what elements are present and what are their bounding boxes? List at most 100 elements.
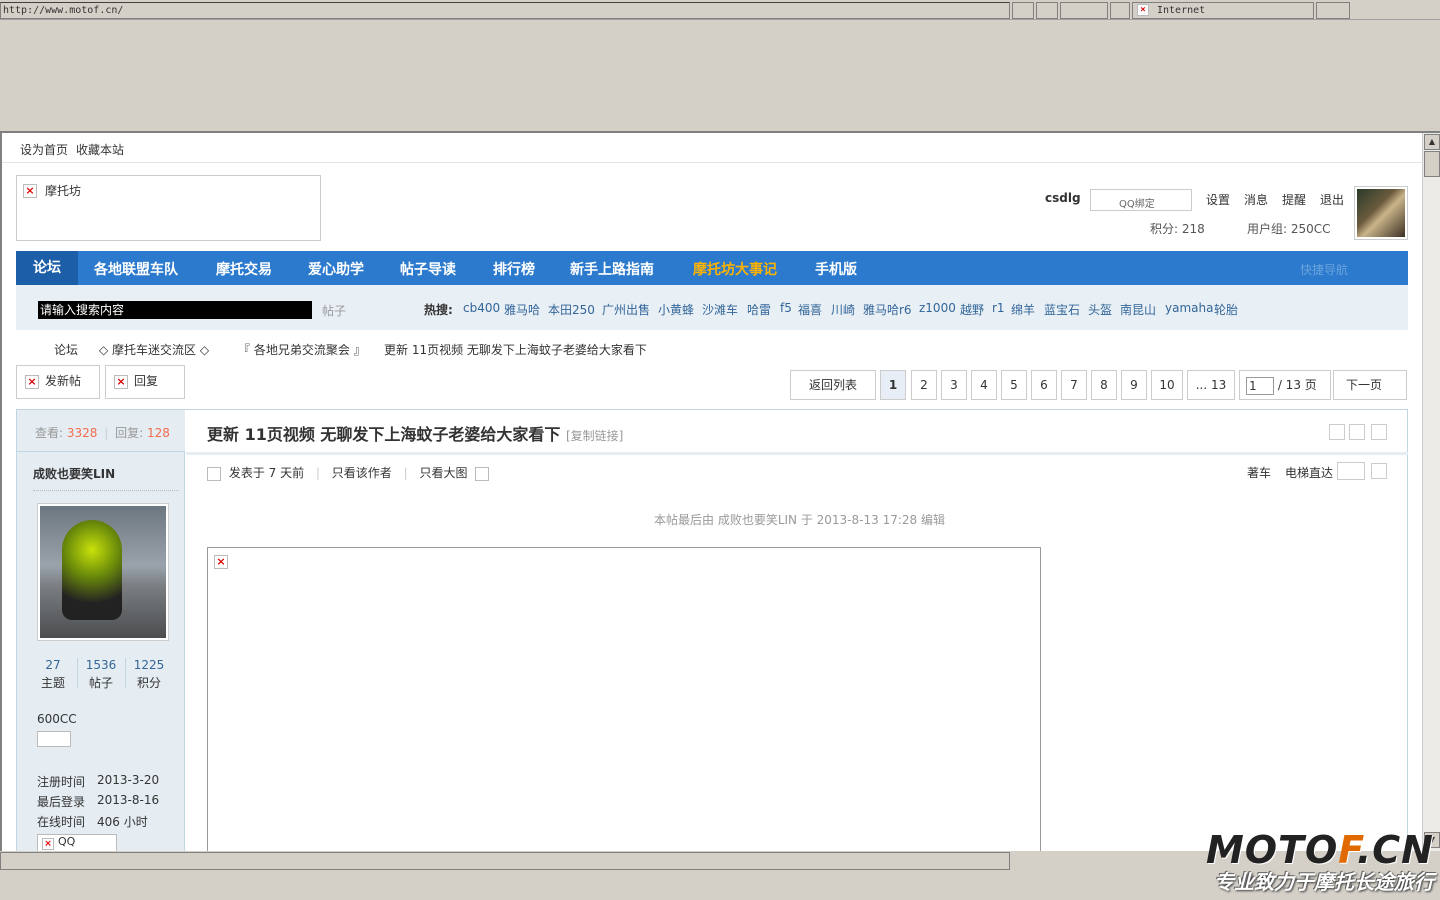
top-links: 设为首页 收藏本站: [2, 133, 1422, 163]
username[interactable]: csdlg: [1045, 191, 1081, 205]
nav-newbie[interactable]: 新手上路指南: [570, 259, 654, 279]
notices-link[interactable]: 提醒: [1282, 191, 1306, 208]
nav-guide[interactable]: 帖子导读: [400, 259, 456, 279]
hot-term[interactable]: 沙滩车: [702, 301, 738, 318]
prev-thread-icon[interactable]: [1329, 424, 1345, 440]
logout-link[interactable]: 退出: [1320, 191, 1344, 208]
messages-link[interactable]: 消息: [1244, 191, 1268, 208]
page-input[interactable]: 1: [1246, 376, 1274, 395]
hot-term[interactable]: 本田250: [548, 301, 595, 318]
qq-bind-button[interactable]: QQ绑定: [1090, 189, 1192, 211]
edit-note: 本帖最后由 成败也要笑LIN 于 2013-8-13 17:28 编辑: [654, 513, 945, 527]
next-thread-icon[interactable]: [1371, 424, 1387, 440]
breadcrumb-section[interactable]: ◇ 摩托车迷交流区 ◇: [99, 341, 209, 358]
user-points: 积分: 218: [1150, 222, 1205, 236]
qq-button[interactable]: × QQ: [37, 834, 117, 851]
hot-term[interactable]: 头盔: [1088, 301, 1112, 318]
hot-term[interactable]: 南昆山: [1120, 301, 1156, 318]
status-segment: [1110, 2, 1130, 19]
security-zone: × Internet: [1132, 2, 1314, 19]
settings-link[interactable]: 设置: [1206, 191, 1230, 208]
url-field[interactable]: http://www.motof.cn/: [0, 2, 1010, 19]
reply-button[interactable]: × 回复: [105, 365, 185, 399]
breadcrumb-board[interactable]: 『 各地兄弟交流聚会 』: [238, 341, 366, 358]
back-to-list-button[interactable]: 返回列表: [790, 370, 876, 400]
set-homepage-link[interactable]: 设为首页: [20, 141, 68, 158]
hot-term[interactable]: 越野: [960, 301, 984, 318]
hot-term[interactable]: f5: [780, 301, 792, 315]
site-logo[interactable]: × 摩托坊: [16, 175, 321, 241]
nav-ranking[interactable]: 排行榜: [493, 259, 535, 279]
hot-term[interactable]: 蓝宝石: [1044, 301, 1080, 318]
page-jump: 1 / 13 页: [1239, 370, 1331, 400]
author-name[interactable]: 成败也要笑LIN: [33, 465, 115, 482]
author-avatar[interactable]: [37, 503, 169, 641]
hot-term[interactable]: 哈雷: [747, 301, 771, 318]
hot-term[interactable]: 轮胎: [1214, 301, 1238, 318]
post-image[interactable]: ×: [207, 547, 1041, 851]
page-link[interactable]: 10: [1151, 370, 1183, 400]
bookmark-link[interactable]: 收藏本站: [76, 141, 124, 158]
author-posts[interactable]: 1536 帖子: [77, 658, 125, 691]
status-segment: [1060, 2, 1108, 19]
nav-events[interactable]: 摩托坊大事记: [693, 259, 777, 279]
breadcrumb-forum[interactable]: 论坛: [54, 341, 78, 358]
hot-term[interactable]: 绵羊: [1011, 301, 1035, 318]
info-registered: 注册时间 2013-3-20: [37, 773, 160, 789]
nav-trade[interactable]: 摩托交易: [216, 259, 272, 279]
page-link[interactable]: 2: [911, 370, 937, 400]
page-link[interactable]: 6: [1031, 370, 1057, 400]
page-link[interactable]: 3: [941, 370, 967, 400]
page-link[interactable]: 7: [1061, 370, 1087, 400]
watermark-slogan: 专业致力于摩托长途旅行: [1214, 870, 1434, 894]
nav-mobile[interactable]: 手机版: [815, 259, 857, 279]
only-big-image-link[interactable]: 只看大图: [420, 466, 468, 480]
hot-term[interactable]: z1000: [919, 301, 956, 315]
jump-label: 电梯直达: [1285, 466, 1334, 480]
page-link[interactable]: ... 13: [1187, 370, 1235, 400]
hot-term[interactable]: 雅马哈r6: [863, 301, 912, 318]
author-topics[interactable]: 27 主题: [29, 658, 77, 691]
page-link[interactable]: 9: [1121, 370, 1147, 400]
page-link[interactable]: 1: [880, 370, 906, 400]
floor-input[interactable]: [1337, 462, 1365, 480]
watermark: MOTOF.CN 专业致力于摩托长途旅行: [1206, 830, 1434, 894]
breadcrumb-thread[interactable]: 更新 11页视频 无聊发下上海蚊子老婆给大家看下: [384, 341, 647, 358]
go-floor-button[interactable]: [1371, 463, 1387, 479]
nav-forum[interactable]: 论坛: [16, 251, 78, 285]
hot-term[interactable]: 雅马哈: [504, 301, 540, 318]
reply-label: 回复: [134, 374, 159, 388]
author-points[interactable]: 1225 积分: [125, 658, 173, 691]
nav-teams[interactable]: 各地联盟车队: [94, 259, 178, 279]
broken-image-icon: ×: [23, 184, 37, 198]
copy-link[interactable]: [复制链接]: [566, 429, 623, 443]
nav-charity[interactable]: 爱心助学: [308, 259, 364, 279]
status-segment: [1036, 2, 1058, 19]
page-link[interactable]: 5: [1001, 370, 1027, 400]
quick-nav[interactable]: 快捷导航: [1300, 261, 1348, 278]
hot-term[interactable]: yamaha: [1165, 301, 1213, 315]
hot-term[interactable]: r1: [992, 301, 1005, 315]
new-post-button[interactable]: × 发新帖: [16, 365, 100, 399]
print-icon[interactable]: [1349, 424, 1365, 440]
only-author-link[interactable]: 只看该作者: [332, 466, 392, 480]
hot-term[interactable]: 福喜: [798, 301, 822, 318]
hot-term[interactable]: 小黄蜂: [658, 301, 694, 318]
search-type[interactable]: 帖子: [322, 302, 346, 319]
thread-stats: 查看: 3328 | 回复: 128: [17, 410, 185, 452]
page-link[interactable]: 4: [971, 370, 997, 400]
scroll-thumb[interactable]: [1424, 151, 1440, 177]
user-avatar[interactable]: [1354, 186, 1408, 240]
page-link[interactable]: 8: [1091, 370, 1117, 400]
author-sidebar: 查看: 3328 | 回复: 128 成败也要笑LIN 27 主题 1536 帖…: [17, 410, 185, 851]
scroll-up-icon[interactable]: ▲: [1424, 134, 1440, 150]
image-toggle-icon[interactable]: [475, 466, 490, 481]
vertical-scrollbar[interactable]: ▲ ▼: [1422, 133, 1440, 851]
search-input[interactable]: 请输入搜索内容: [38, 301, 312, 319]
hot-term[interactable]: 川崎: [831, 301, 855, 318]
info-online-time: 在线时间 406 小时: [37, 815, 148, 829]
next-page-button[interactable]: 下一页: [1333, 370, 1407, 400]
status-text: [0, 852, 1010, 870]
hot-term[interactable]: 广州出售: [602, 301, 650, 318]
hot-term[interactable]: cb400: [463, 301, 500, 315]
